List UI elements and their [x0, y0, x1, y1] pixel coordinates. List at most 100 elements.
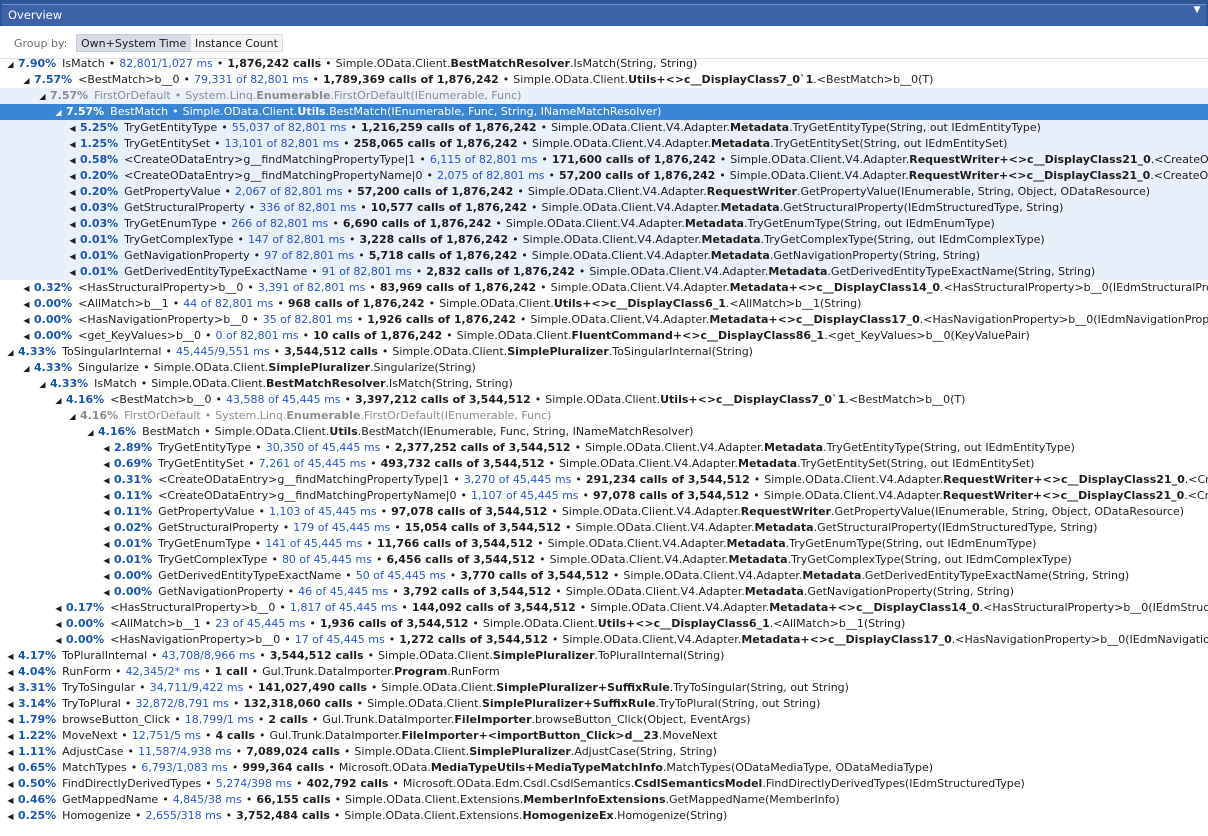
expanded-arrow-icon[interactable]: ◢	[54, 105, 63, 121]
collapsed-arrow-icon[interactable]: ◀	[68, 201, 77, 217]
collapsed-arrow-icon[interactable]: ◀	[102, 537, 111, 553]
row-time-link[interactable]: 179 of 45,445 ms	[293, 521, 390, 534]
expanded-arrow-icon[interactable]: ◢	[22, 361, 31, 377]
tree-row[interactable]: ◀ 0.01% TryGetEnumType • 141 of 45,445 ms • 11…	[0, 536, 1208, 552]
collapsed-arrow-icon[interactable]: ◀	[68, 185, 77, 201]
row-time-link[interactable]: 3,270 of 45,445 ms	[464, 473, 572, 486]
tree-row[interactable]: ◀ 2.89% TryGetEntityType • 30,350 of 45,445 …	[0, 440, 1208, 456]
tree-row[interactable]: ◀ 0.50% FindDirectlyDerivedTypes • 5,274/398…	[0, 776, 1208, 792]
collapsed-arrow-icon[interactable]: ◀	[102, 585, 111, 601]
tree-row[interactable]: ◢ 7.57% <BestMatch>b__0 • 79,331 of 82,801 m…	[0, 72, 1208, 88]
row-time-link[interactable]: 266 of 82,801 ms	[231, 217, 328, 230]
collapsed-arrow-icon[interactable]: ◀	[54, 633, 63, 649]
row-time-link[interactable]: 1,817 of 45,445 ms	[290, 601, 398, 614]
tree-row[interactable]: ◀ 0.65% MatchTypes • 6,793/1,083 ms • 999,364 …	[0, 760, 1208, 776]
row-time-link[interactable]: 11,587/4,938 ms	[138, 745, 232, 758]
row-time-link[interactable]: 2,655/318 ms	[145, 809, 221, 822]
collapsed-arrow-icon[interactable]: ◀	[54, 601, 63, 617]
collapsed-arrow-icon[interactable]: ◀	[68, 137, 77, 153]
row-time-link[interactable]: 147 of 82,801 ms	[248, 233, 345, 246]
tree-row[interactable]: ◀ 0.03% GetStructuralProperty • 336 of 82,80…	[0, 200, 1208, 216]
tree-row[interactable]: ◀ 0.46% GetMappedName • 4,845/38 ms • 66,155 c…	[0, 792, 1208, 808]
row-time-link[interactable]: 45,445/9,551 ms	[176, 345, 270, 358]
tree-row[interactable]: ◢ 7.90% IsMatch • 82,801/1,027 ms • 1,876,242 …	[0, 56, 1208, 72]
collapsed-arrow-icon[interactable]: ◀	[22, 329, 31, 345]
row-time-link[interactable]: 7,261 of 45,445 ms	[259, 457, 367, 470]
tree-row[interactable]: ◢ 4.16% FirstOrDefault • System.Linq.Enumera…	[0, 408, 1208, 424]
collapsed-arrow-icon[interactable]: ◀	[6, 713, 15, 729]
collapsed-arrow-icon[interactable]: ◀	[6, 809, 15, 825]
tree-row[interactable]: ◀ 0.58% <CreateODataEntry>g__findMatchingP…	[0, 152, 1208, 168]
collapsed-arrow-icon[interactable]: ◀	[102, 521, 111, 537]
tree-row[interactable]: ◢ 4.16% <BestMatch>b__0 • 43,588 of 45,445 m…	[0, 392, 1208, 408]
collapsed-arrow-icon[interactable]: ◀	[6, 665, 15, 681]
row-time-link[interactable]: 12,751/5 ms	[132, 729, 201, 742]
tree-row[interactable]: ◢ 4.33% ToSingularInternal • 45,445/9,551 ms…	[0, 344, 1208, 360]
row-time-link[interactable]: 80 of 45,445 ms	[282, 553, 372, 566]
tree-row[interactable]: ◀ 3.14% TryToPlural • 32,872/8,791 ms • 132,31…	[0, 696, 1208, 712]
row-time-link[interactable]: 55,037 of 82,801 ms	[232, 121, 347, 134]
collapsed-arrow-icon[interactable]: ◀	[6, 761, 15, 777]
tree-row[interactable]: ◀ 1.11% AdjustCase • 11,587/4,938 ms • 7,089,0…	[0, 744, 1208, 760]
row-time-link[interactable]: 1,107 of 45,445 ms	[471, 489, 579, 502]
tree-row[interactable]: ◀ 0.00% <get_KeyValues>b__0 • 0 of 82,801 ms…	[0, 328, 1208, 344]
collapsed-arrow-icon[interactable]: ◀	[68, 233, 77, 249]
tree-row[interactable]: ◢ 7.57% BestMatch • Simple.OData.Client.Util…	[0, 104, 1208, 120]
tree-row[interactable]: ◀ 0.01% TryGetComplexType • 80 of 45,445 ms •…	[0, 552, 1208, 568]
row-time-link[interactable]: 82,801/1,027 ms	[119, 57, 213, 70]
call-tree[interactable]: ◢ 7.90% IsMatch • 82,801/1,027 ms • 1,876,242 …	[0, 56, 1208, 836]
collapsed-arrow-icon[interactable]: ◀	[68, 153, 77, 169]
tree-row[interactable]: ◀ 0.01% GetNavigationProperty • 97 of 82,801…	[0, 248, 1208, 264]
row-time-link[interactable]: 34,711/9,422 ms	[150, 681, 244, 694]
row-time-link[interactable]: 141 of 45,445 ms	[265, 537, 362, 550]
row-time-link[interactable]: 6,115 of 82,801 ms	[430, 153, 538, 166]
row-time-link[interactable]: 2,075 of 82,801 ms	[437, 169, 545, 182]
tree-row[interactable]: ◀ 4.17% ToPluralInternal • 43,708/8,966 ms • 3…	[0, 648, 1208, 664]
row-time-link[interactable]: 79,331 of 82,801 ms	[194, 73, 309, 86]
row-time-link[interactable]: 4,845/38 ms	[173, 793, 242, 806]
expanded-arrow-icon[interactable]: ◢	[54, 393, 63, 409]
tree-row[interactable]: ◀ 5.25% TryGetEntityType • 55,037 of 82,801 …	[0, 120, 1208, 136]
collapsed-arrow-icon[interactable]: ◀	[68, 217, 77, 233]
expanded-arrow-icon[interactable]: ◢	[6, 345, 15, 361]
tree-row[interactable]: ◀ 0.20% GetPropertyValue • 2,067 of 82,801 m…	[0, 184, 1208, 200]
collapsed-arrow-icon[interactable]: ◀	[102, 441, 111, 457]
tree-row[interactable]: ◀ 0.25% Homogenize • 2,655/318 ms • 3,752,484 …	[0, 808, 1208, 824]
collapsed-arrow-icon[interactable]: ◀	[6, 681, 15, 697]
row-time-link[interactable]: 2,067 of 82,801 ms	[235, 185, 343, 198]
collapsed-arrow-icon[interactable]: ◀	[22, 281, 31, 297]
tree-row[interactable]: ◀ 0.31% <CreateODataEntry>g__findMatchingP…	[0, 472, 1208, 488]
row-time-link[interactable]: 32,872/8,791 ms	[135, 697, 229, 710]
tree-row[interactable]: ◀ 0.11% <CreateODataEntry>g__findMatchingP…	[0, 488, 1208, 504]
row-time-link[interactable]: 35 of 82,801 ms	[263, 313, 353, 326]
collapsed-arrow-icon[interactable]: ◀	[102, 473, 111, 489]
collapsed-arrow-icon[interactable]: ◀	[6, 729, 15, 745]
row-time-link[interactable]: 91 of 82,801 ms	[322, 265, 412, 278]
tree-row[interactable]: ◢ 4.16% BestMatch • Simple.OData.Client.Util…	[0, 424, 1208, 440]
collapsed-arrow-icon[interactable]: ◀	[102, 569, 111, 585]
row-time-link[interactable]: 44 of 82,801 ms	[183, 297, 273, 310]
collapsed-arrow-icon[interactable]: ◀	[68, 265, 77, 281]
row-time-link[interactable]: 0 of 82,801 ms	[216, 329, 299, 342]
collapsed-arrow-icon[interactable]: ◀	[6, 745, 15, 761]
tree-row[interactable]: ◀ 4.04% RunForm • 42,345/2* ms • 1 call • Gul.Tr…	[0, 664, 1208, 680]
tree-row[interactable]: ◀ 0.69% TryGetEntitySet • 7,261 of 45,445 ms…	[0, 456, 1208, 472]
tree-row[interactable]: ◢ 7.57% FirstOrDefault • System.Linq.Enumera…	[0, 88, 1208, 104]
expanded-arrow-icon[interactable]: ◢	[86, 425, 95, 441]
tree-row[interactable]: ◀ 0.02% GetStructuralProperty • 179 of 45,44…	[0, 520, 1208, 536]
row-time-link[interactable]: 3,391 of 82,801 ms	[258, 281, 366, 294]
collapsed-arrow-icon[interactable]: ◀	[102, 457, 111, 473]
row-time-link[interactable]: 23 of 45,445 ms	[215, 617, 305, 630]
row-time-link[interactable]: 6,793/1,083 ms	[141, 761, 228, 774]
tree-row[interactable]: ◀ 0.20% <CreateODataEntry>g__findMatchingP…	[0, 168, 1208, 184]
tree-row[interactable]: ◢ 4.33% Singularize • Simple.OData.Client.Si…	[0, 360, 1208, 376]
tree-row[interactable]: ◀ 0.00% <AllMatch>b__1 • 44 of 82,801 ms • 968…	[0, 296, 1208, 312]
tree-row[interactable]: ◀ 1.22% MoveNext • 12,751/5 ms • 4 calls • Gul.T…	[0, 728, 1208, 744]
expanded-arrow-icon[interactable]: ◢	[38, 377, 47, 393]
tree-row[interactable]: ◀ 0.00% <HasNavigationProperty>b__0 • 35 of …	[0, 312, 1208, 328]
row-time-link[interactable]: 43,708/8,966 ms	[162, 649, 256, 662]
row-time-link[interactable]: 336 of 82,801 ms	[259, 201, 356, 214]
row-time-link[interactable]: 5,274/398 ms	[216, 777, 292, 790]
tree-row[interactable]: ◀ 0.17% <HasStructuralProperty>b__0 • 1,817 …	[0, 600, 1208, 616]
row-time-link[interactable]: 97 of 82,801 ms	[264, 249, 354, 262]
